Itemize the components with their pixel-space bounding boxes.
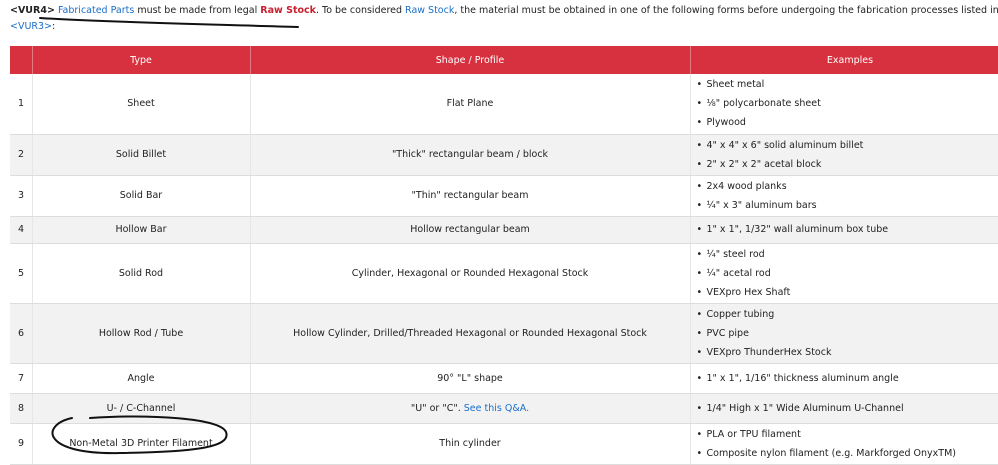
example-item: 1/4" High x 1" Wide Aluminum U-Channel <box>695 399 998 418</box>
example-item: ⅛" polycarbonate sheet <box>695 94 998 113</box>
row-number: 1 <box>10 74 32 134</box>
row-number: 5 <box>10 243 32 303</box>
table-row: 4 Hollow Bar Hollow rectangular beam 1" … <box>10 216 998 243</box>
example-item: 2" x 2" x 2" acetal block <box>695 155 998 174</box>
rule-tag: <VUR4> <box>10 5 55 16</box>
row-shape: Hollow rectangular beam <box>250 216 690 243</box>
row-number: 2 <box>10 134 32 175</box>
example-item: Sheet metal <box>695 75 998 94</box>
intro-text-1: must be made from legal <box>134 5 260 16</box>
row-type: Solid Bar <box>32 175 250 216</box>
row-examples: Copper tubing PVC pipe VEXpro ThunderHex… <box>690 303 998 363</box>
row-number: 6 <box>10 303 32 363</box>
example-item: PVC pipe <box>695 324 998 343</box>
row-examples: 1/4" High x 1" Wide Aluminum U-Channel <box>690 393 998 423</box>
table-row: 2 Solid Billet "Thick" rectangular beam … <box>10 134 998 175</box>
row-examples: 1" x 1", 1/16" thickness aluminum angle <box>690 363 998 393</box>
table-row: 8 U- / C-Channel "U" or "C". See this Q&… <box>10 393 998 423</box>
intro-text-2: . To be considered <box>316 5 405 16</box>
intro-paragraph: <VUR4> Fabricated Parts must be made fro… <box>10 3 998 35</box>
example-item: Composite nylon filament (e.g. Markforge… <box>695 444 998 463</box>
row-shape-text: "U" or "C". <box>411 403 464 414</box>
table-row: 3 Solid Bar "Thin" rectangular beam 2x4 … <box>10 175 998 216</box>
row-shape: Thin cylinder <box>250 423 690 464</box>
row-type: Hollow Bar <box>32 216 250 243</box>
row-number: 3 <box>10 175 32 216</box>
row-examples: 1" x 1", 1/32" wall aluminum box tube <box>690 216 998 243</box>
row-type: Hollow Rod / Tube <box>32 303 250 363</box>
example-item: 4" x 4" x 6" solid aluminum billet <box>695 136 998 155</box>
table-header-row: Type Shape / Profile Examples <box>10 46 998 74</box>
see-qa-link[interactable]: See this Q&A. <box>464 403 529 414</box>
header-shape: Shape / Profile <box>250 46 690 74</box>
row-shape: "Thick" rectangular beam / block <box>250 134 690 175</box>
example-item: VEXpro Hex Shaft <box>695 283 998 302</box>
row-examples: ¼" steel rod ¼" acetal rod VEXpro Hex Sh… <box>690 243 998 303</box>
example-item: 2x4 wood planks <box>695 177 998 196</box>
example-item: ¼" acetal rod <box>695 264 998 283</box>
row-number: 9 <box>10 423 32 464</box>
row-shape: Hollow Cylinder, Drilled/Threaded Hexago… <box>250 303 690 363</box>
example-item: PLA or TPU filament <box>695 425 998 444</box>
row-examples: 2x4 wood planks ¼" x 3" aluminum bars <box>690 175 998 216</box>
header-type: Type <box>32 46 250 74</box>
table-row: 9 Non-Metal 3D Printer Filament Thin cyl… <box>10 423 998 464</box>
table-row: 1 Sheet Flat Plane Sheet metal ⅛" polyca… <box>10 74 998 134</box>
example-item: Plywood <box>695 113 998 132</box>
row-type: Solid Rod <box>32 243 250 303</box>
header-examples: Examples <box>690 46 998 74</box>
row-type: Angle <box>32 363 250 393</box>
row-shape: "Thin" rectangular beam <box>250 175 690 216</box>
header-number <box>10 46 32 74</box>
row-type: Sheet <box>32 74 250 134</box>
row-type: Solid Billet <box>32 134 250 175</box>
row-number: 8 <box>10 393 32 423</box>
fabricated-parts-link[interactable]: Fabricated Parts <box>58 5 134 16</box>
row-examples: PLA or TPU filament Composite nylon fila… <box>690 423 998 464</box>
raw-stock-link[interactable]: Raw Stock <box>405 5 454 16</box>
row-number: 7 <box>10 363 32 393</box>
row-number: 4 <box>10 216 32 243</box>
vur3-link[interactable]: <VUR3> <box>10 21 52 32</box>
table-row: 6 Hollow Rod / Tube Hollow Cylinder, Dri… <box>10 303 998 363</box>
example-item: 1" x 1", 1/16" thickness aluminum angle <box>695 369 998 388</box>
row-shape: Cylinder, Hexagonal or Rounded Hexagonal… <box>250 243 690 303</box>
row-type: Non-Metal 3D Printer Filament <box>32 423 250 464</box>
row-type: U- / C-Channel <box>32 393 250 423</box>
example-item: ¼" steel rod <box>695 245 998 264</box>
intro-text-3: , the material must be obtained in one o… <box>454 5 998 16</box>
row-examples: 4" x 4" x 6" solid aluminum billet 2" x … <box>690 134 998 175</box>
row-examples: Sheet metal ⅛" polycarbonate sheet Plywo… <box>690 74 998 134</box>
row-shape: 90° "L" shape <box>250 363 690 393</box>
example-item: Copper tubing <box>695 305 998 324</box>
table-row: 5 Solid Rod Cylinder, Hexagonal or Round… <box>10 243 998 303</box>
example-item: 1" x 1", 1/32" wall aluminum box tube <box>695 220 998 239</box>
intro-text-4: : <box>52 21 55 32</box>
example-item: VEXpro ThunderHex Stock <box>695 343 998 362</box>
table-row: 7 Angle 90° "L" shape 1" x 1", 1/16" thi… <box>10 363 998 393</box>
raw-stock-bold: Raw Stock <box>260 5 316 16</box>
row-shape: Flat Plane <box>250 74 690 134</box>
raw-stock-table: Type Shape / Profile Examples 1 Sheet Fl… <box>10 46 998 465</box>
example-item: ¼" x 3" aluminum bars <box>695 196 998 215</box>
row-shape: "U" or "C". See this Q&A. <box>250 393 690 423</box>
